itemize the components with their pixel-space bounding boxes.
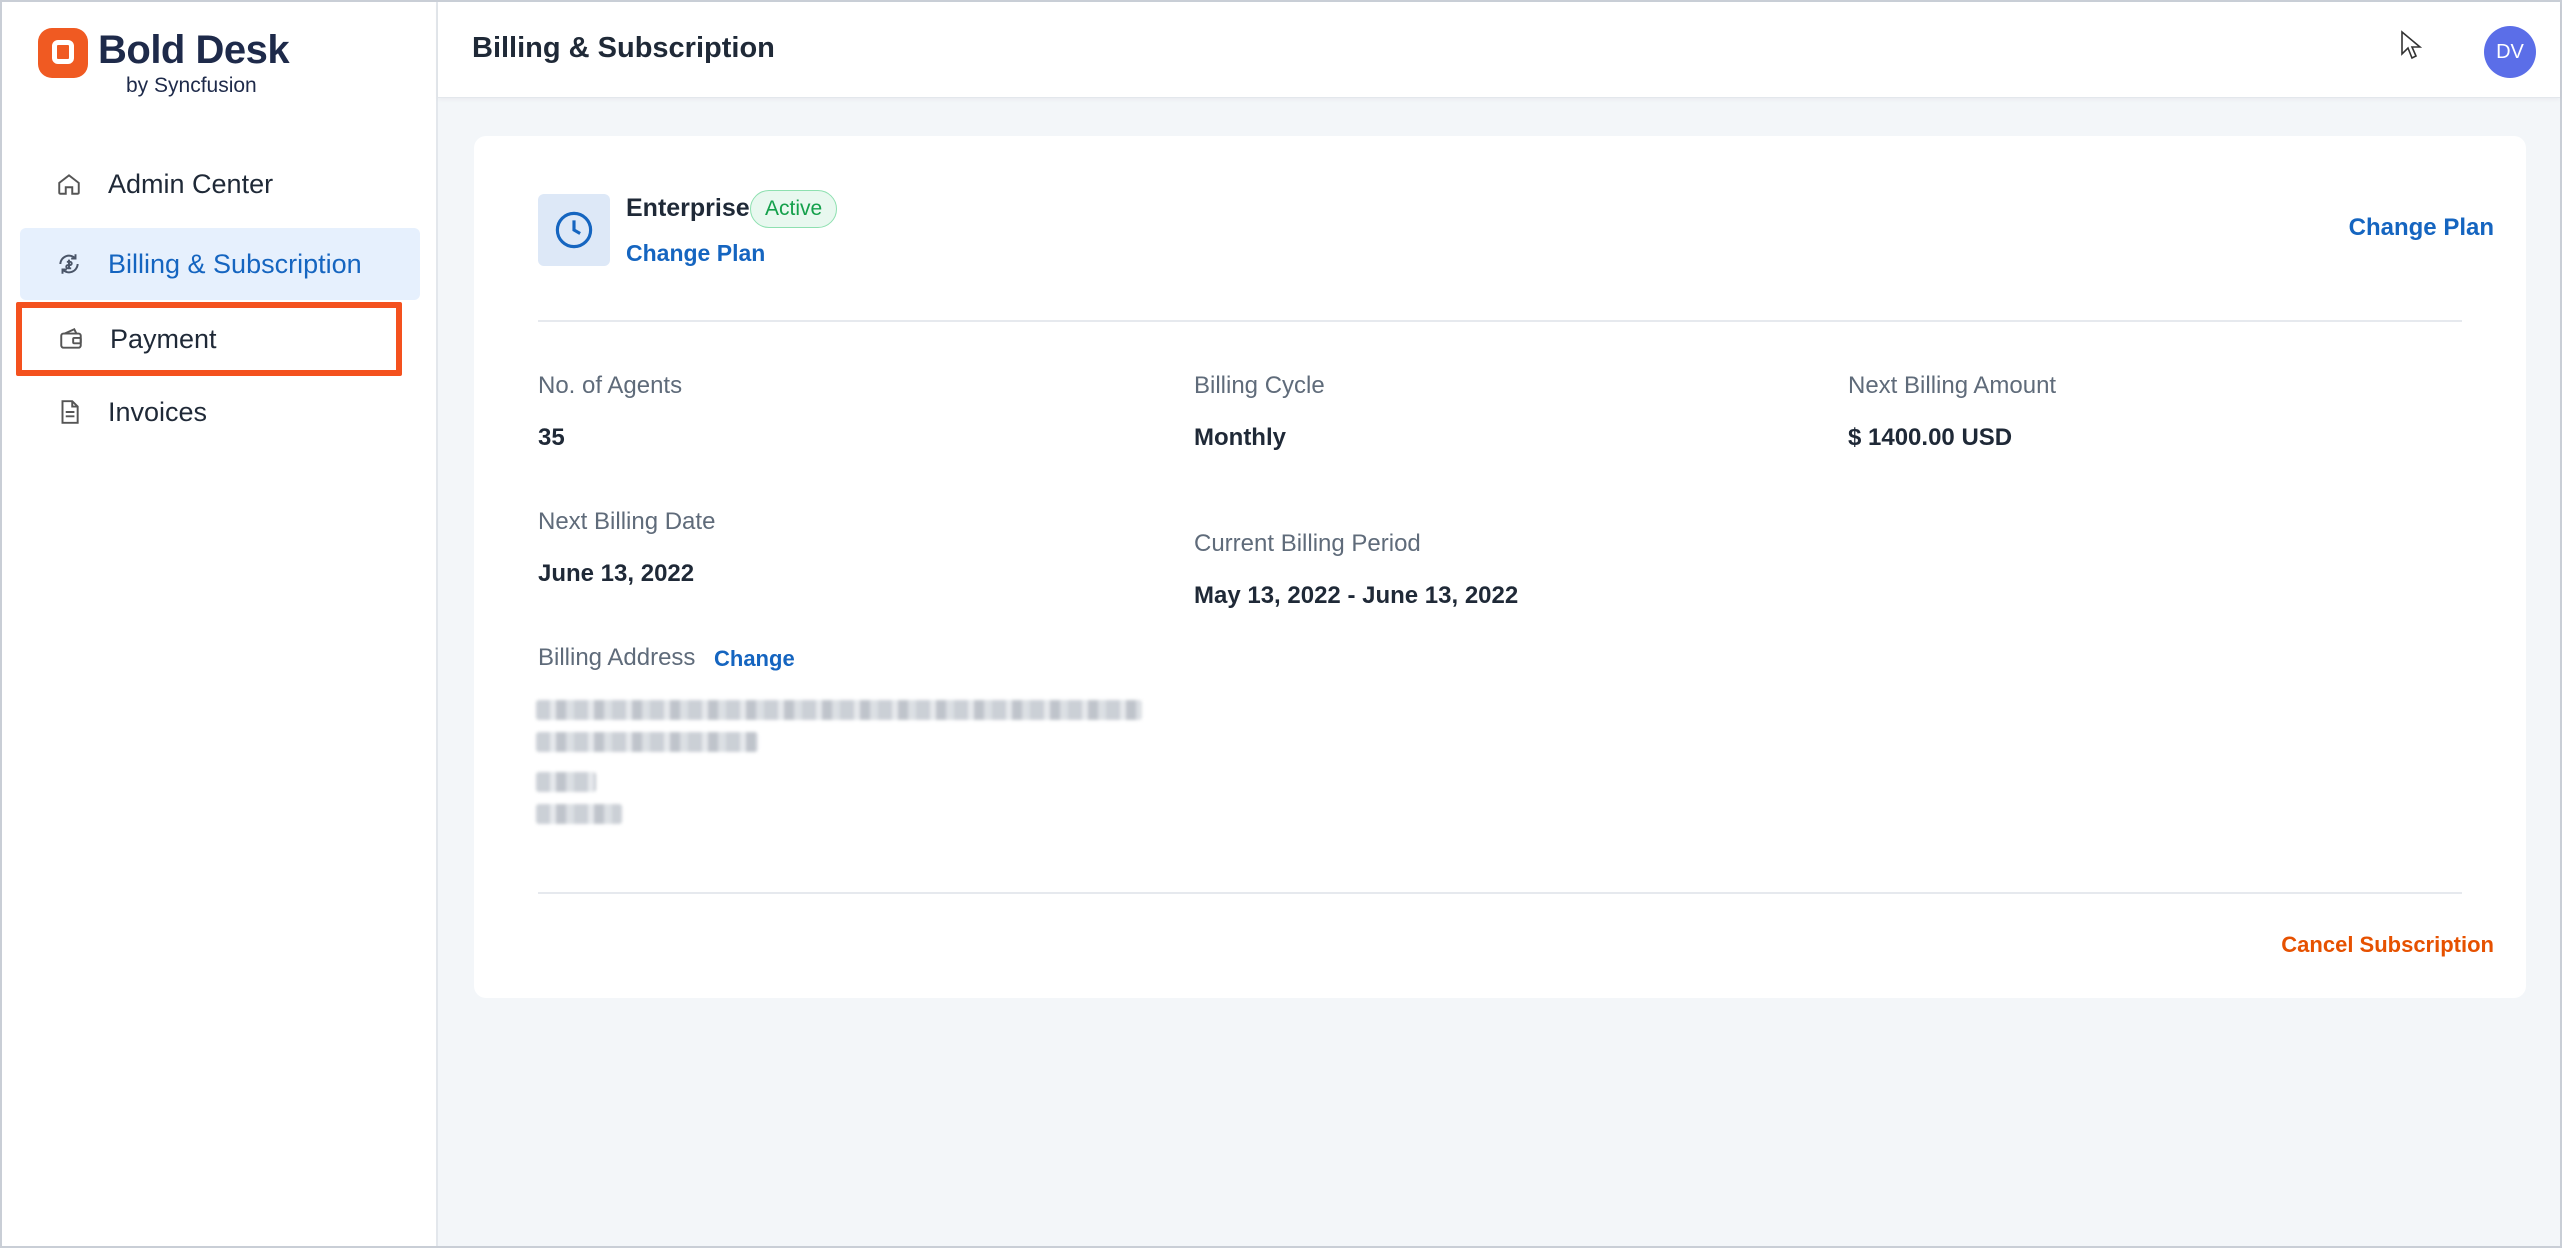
divider [538, 320, 2462, 322]
next-billing-amount-label: Next Billing Amount [1848, 372, 2057, 399]
billing-address-label: Billing Address [538, 644, 696, 671]
sidebar-item-admin-center[interactable]: Admin Center [20, 148, 420, 220]
sidebar-item-label: Payment [110, 323, 217, 354]
next-billing-amount-value: $ 1400.00 USD [1848, 424, 2013, 451]
brand-logo[interactable]: Bold Desk by Syncfusion [38, 28, 290, 100]
next-billing-date-value: June 13, 2022 [538, 560, 695, 587]
page-title: Billing & Subscription [472, 32, 775, 64]
change-plan-button[interactable]: Change Plan [2349, 214, 2494, 242]
current-billing-period-value: May 13, 2022 - June 13, 2022 [1194, 582, 1519, 609]
status-badge: Active [750, 190, 838, 228]
sidebar: Bold Desk by Syncfusion Admin Center Bil… [2, 2, 438, 1246]
agents-label: No. of Agents [538, 372, 683, 399]
user-avatar[interactable]: DV [2484, 26, 2536, 78]
cancel-subscription-button[interactable]: Cancel Subscription [2281, 932, 2494, 958]
sidebar-item-invoices[interactable]: Invoices [20, 376, 420, 448]
sidebar-item-label: Invoices [108, 396, 208, 427]
bolddesk-logo-icon [38, 28, 88, 78]
change-address-link[interactable]: Change [714, 646, 795, 672]
brand-name: Bold Desk [98, 28, 290, 72]
change-plan-link[interactable]: Change Plan [626, 240, 765, 267]
sidebar-item-billing-subscription[interactable]: Billing & Subscription [20, 228, 420, 300]
clock-icon [538, 194, 610, 266]
sidebar-item-payment[interactable]: Payment [16, 302, 402, 376]
sidebar-item-label: Admin Center [108, 168, 274, 199]
billing-icon [54, 249, 84, 279]
billing-cycle-value: Monthly [1194, 424, 1286, 451]
agents-value: 35 [538, 424, 565, 451]
sidebar-item-label: Billing & Subscription [108, 248, 362, 279]
brand-sub: by Syncfusion [126, 74, 257, 97]
top-header: Billing & Subscription DV [438, 2, 2560, 98]
divider [538, 892, 2462, 894]
home-icon [54, 169, 84, 199]
billing-cycle-label: Billing Cycle [1194, 372, 1325, 399]
current-billing-period-label: Current Billing Period [1194, 530, 1421, 557]
document-icon [54, 397, 84, 427]
mouse-cursor-icon [2400, 30, 2423, 65]
wallet-icon [56, 324, 86, 354]
plan-name: Enterprise [626, 194, 750, 222]
next-billing-date-label: Next Billing Date [538, 508, 716, 535]
subscription-card: Enterprise Active Change Plan Change Pla… [474, 136, 2526, 998]
